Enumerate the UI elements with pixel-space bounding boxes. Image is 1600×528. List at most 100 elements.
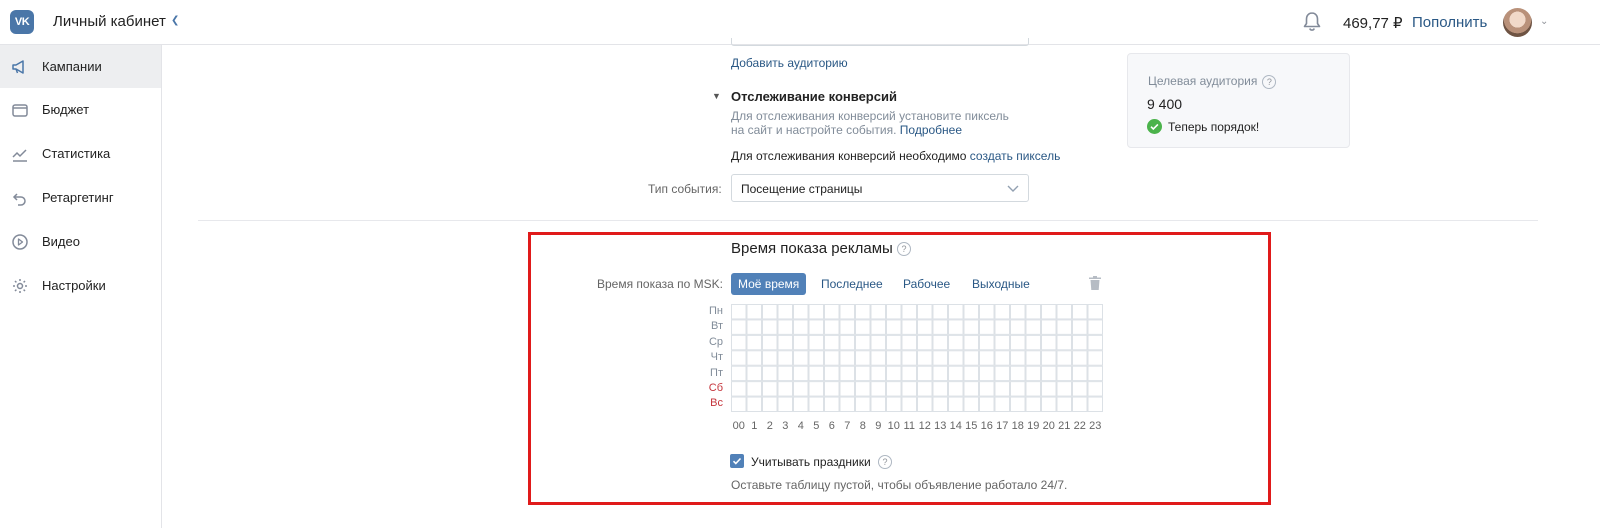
schedule-cell[interactable] (777, 334, 793, 351)
schedule-cell[interactable] (963, 304, 979, 320)
schedule-cell[interactable] (808, 319, 824, 335)
schedule-cell[interactable] (1072, 350, 1088, 366)
schedule-cell[interactable] (979, 396, 995, 412)
sidebar-item-video[interactable]: Видео (0, 220, 161, 263)
schedule-cell[interactable] (1087, 396, 1103, 412)
schedule-cell[interactable] (870, 381, 886, 397)
cabinet-title[interactable]: Личный кабинет (53, 13, 166, 30)
schedule-cell[interactable] (932, 334, 948, 351)
schedule-cell[interactable] (932, 350, 948, 366)
schedule-cell[interactable] (917, 381, 933, 397)
schedule-cell[interactable] (886, 365, 902, 382)
schedule-cell[interactable] (932, 381, 948, 397)
schedule-cell[interactable] (1025, 304, 1041, 320)
schedule-cell[interactable] (824, 365, 840, 382)
schedule-cell[interactable] (886, 396, 902, 412)
schedule-cell[interactable] (886, 304, 902, 320)
schedule-cell[interactable] (886, 381, 902, 397)
schedule-cell[interactable] (793, 365, 809, 382)
schedule-cell[interactable] (979, 381, 995, 397)
schedule-cell[interactable] (762, 396, 778, 412)
chevron-down-icon[interactable]: ⌄ (1540, 16, 1548, 27)
schedule-cell[interactable] (1010, 365, 1026, 382)
sidebar-item-budget[interactable]: Бюджет (0, 88, 161, 131)
preset-working[interactable]: Рабочее (896, 273, 957, 295)
schedule-cell[interactable] (1025, 334, 1041, 351)
preset-my-time[interactable]: Моё время (731, 273, 807, 295)
schedule-cell[interactable] (1041, 381, 1057, 397)
schedule-cell[interactable] (855, 396, 871, 412)
add-audience-link[interactable]: Добавить аудиторию (731, 56, 848, 70)
schedule-cell[interactable] (793, 350, 809, 366)
schedule-cell[interactable] (994, 304, 1010, 320)
schedule-cell[interactable] (839, 319, 855, 335)
schedule-cell[interactable] (994, 396, 1010, 412)
schedule-cell[interactable] (1041, 304, 1057, 320)
schedule-cell[interactable] (948, 319, 964, 335)
schedule-cell[interactable] (808, 350, 824, 366)
schedule-cell[interactable] (808, 304, 824, 320)
schedule-cell[interactable] (994, 334, 1010, 351)
collapse-triangle-icon[interactable]: ▼ (712, 91, 721, 101)
schedule-cell[interactable] (1010, 319, 1026, 335)
schedule-cell[interactable] (948, 396, 964, 412)
schedule-cell[interactable] (762, 365, 778, 382)
schedule-cell[interactable] (777, 381, 793, 397)
schedule-cell[interactable] (839, 304, 855, 320)
schedule-cell[interactable] (731, 365, 747, 382)
schedule-cell[interactable] (839, 334, 855, 351)
help-icon[interactable]: ? (1262, 74, 1277, 89)
sidebar-item-settings[interactable]: Настройки (0, 264, 161, 307)
schedule-cell[interactable] (1072, 381, 1088, 397)
schedule-cell[interactable] (979, 319, 995, 335)
schedule-cell[interactable] (1025, 396, 1041, 412)
schedule-cell[interactable] (948, 304, 964, 320)
schedule-cell[interactable] (886, 319, 902, 335)
schedule-cell[interactable] (1072, 304, 1088, 320)
schedule-cell[interactable] (1056, 381, 1072, 397)
schedule-cell[interactable] (963, 334, 979, 351)
schedule-cell[interactable] (948, 334, 964, 351)
schedule-cell[interactable] (1025, 350, 1041, 366)
schedule-cell[interactable] (994, 319, 1010, 335)
schedule-cell[interactable] (1087, 334, 1103, 351)
schedule-cell[interactable] (1072, 396, 1088, 412)
schedule-cell[interactable] (870, 396, 886, 412)
schedule-cell[interactable] (808, 365, 824, 382)
schedule-cell[interactable] (979, 304, 995, 320)
schedule-cell[interactable] (1025, 381, 1041, 397)
create-pixel-link[interactable]: создать пиксель (970, 149, 1061, 163)
avatar[interactable] (1503, 8, 1532, 37)
schedule-cell[interactable] (901, 396, 917, 412)
schedule-cell[interactable] (932, 304, 948, 320)
schedule-cell[interactable] (746, 365, 762, 382)
schedule-cell[interactable] (932, 365, 948, 382)
more-link[interactable]: Подробнее (900, 123, 962, 137)
schedule-cell[interactable] (1072, 334, 1088, 351)
schedule-cell[interactable] (917, 396, 933, 412)
schedule-cell[interactable] (1025, 319, 1041, 335)
schedule-cell[interactable] (1025, 365, 1041, 382)
schedule-cell[interactable] (777, 350, 793, 366)
schedule-cell[interactable] (1087, 381, 1103, 397)
schedule-cell[interactable] (731, 381, 747, 397)
schedule-cell[interactable] (762, 319, 778, 335)
schedule-cell[interactable] (793, 319, 809, 335)
schedule-cell[interactable] (746, 350, 762, 366)
schedule-cell[interactable] (808, 334, 824, 351)
schedule-cell[interactable] (901, 334, 917, 351)
schedule-cell[interactable] (963, 350, 979, 366)
schedule-cell[interactable] (777, 319, 793, 335)
schedule-cell[interactable] (824, 334, 840, 351)
schedule-cell[interactable] (1010, 304, 1026, 320)
trash-icon[interactable] (1089, 276, 1101, 290)
topup-link[interactable]: Пополнить (1412, 14, 1487, 31)
schedule-cell[interactable] (994, 365, 1010, 382)
schedule-cell[interactable] (824, 396, 840, 412)
schedule-cell[interactable] (901, 381, 917, 397)
schedule-cell[interactable] (808, 396, 824, 412)
chevron-down-icon[interactable]: ❮ (171, 15, 179, 26)
schedule-cell[interactable] (1056, 396, 1072, 412)
schedule-cell[interactable] (901, 319, 917, 335)
vk-logo[interactable]: VK (10, 10, 34, 34)
